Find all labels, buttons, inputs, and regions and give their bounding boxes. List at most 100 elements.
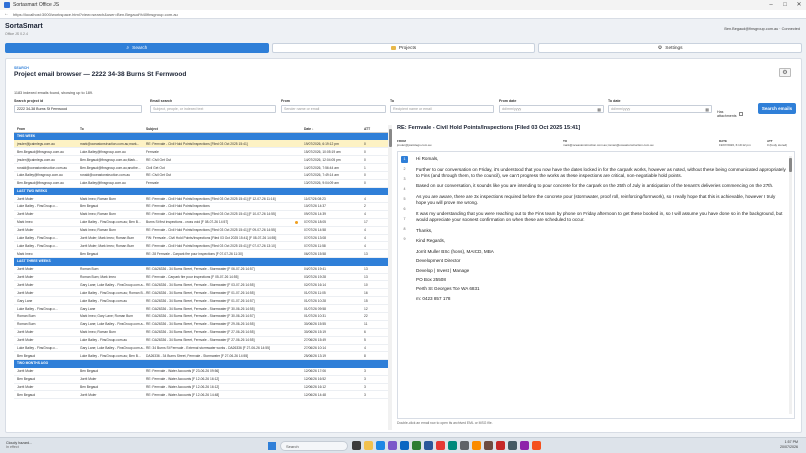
cell-to-text: Jorrit Muler; Mark Imeo; Roman Burn: [80, 236, 135, 241]
taskbar-search[interactable]: Search: [280, 441, 348, 451]
table-row[interactable]: Jorrit Muler Mark Imeo; Roman Burn RE: DA2…: [14, 329, 388, 337]
table-row[interactable]: Jorrit Muler Mark Imeo; Roman Burn RE: Fer…: [14, 211, 388, 219]
column-header-subject[interactable]: Subject: [146, 127, 304, 131]
table-row[interactable]: Ben Begaud Luke Bailey - FinsGroup.com.au…: [14, 352, 388, 361]
body-scrollbar[interactable]: [789, 156, 792, 414]
table-row[interactable]: Jorrit Muler Gary Lane; Luke Bailey - Fin…: [14, 281, 388, 290]
attachments-checkbox[interactable]: [739, 112, 743, 116]
table-row[interactable]: Roman Burn Gary Lane; Luke Bailey - FinsG…: [14, 321, 388, 329]
app-icon[interactable]: [472, 441, 481, 450]
table-row[interactable]: Luke Bailey - FinsGroup.c... Gary Lane RE:…: [14, 305, 388, 313]
line-number[interactable]: 6: [401, 206, 408, 213]
cell-date-text: 27/06/26 10:14: [304, 345, 326, 350]
table-row[interactable]: jmuler@jcaimlegs.com.au Ben.Begaud@finsgr…: [14, 156, 388, 165]
table-row[interactable]: Jorrit Muler Mark Imeo; Roman Burn RE: Fer…: [14, 195, 388, 204]
table-row[interactable]: Jorrit Muler Luke Bailey - FinsGroup.com.…: [14, 337, 388, 345]
line-number[interactable]: 2: [401, 166, 408, 173]
table-row[interactable]: jmuler@jcaimlegs.com.au mark@oceastonstru…: [14, 140, 388, 149]
vscode-icon[interactable]: [448, 441, 457, 450]
attachments-toggle[interactable]: Has attachments: [717, 110, 743, 118]
table-row[interactable]: Mark Imeo Luke Bailey - FinsGroup.com.au;…: [14, 219, 388, 227]
maximize-icon[interactable]: □: [778, 0, 792, 10]
table-row[interactable]: Mark Imeo Ben Begaud RE: 28 Fernvale - Car…: [14, 250, 388, 259]
teams-icon[interactable]: [388, 441, 397, 450]
table-row[interactable]: Ben Begaud Jorrit Muler RE: Fernvale - Wat…: [14, 376, 388, 384]
group-header[interactable]: THIS WEEK: [14, 133, 388, 141]
app-icon[interactable]: [520, 441, 529, 450]
from-input[interactable]: Sender name or email: [281, 105, 386, 113]
scroll-thumb[interactable]: [789, 158, 792, 172]
table-row[interactable]: Jorrit Muler Roman Burn; Mark Imeo RE: Fer…: [14, 274, 388, 282]
line-number[interactable]: 9: [401, 236, 408, 243]
table-row[interactable]: Luke.Bailey@finsgroup.com.au ronald@oceas…: [14, 172, 388, 180]
table-row[interactable]: Luke Bailey - FinsGroup.c... Gary Lane; L…: [14, 345, 388, 353]
address-bar[interactable]: ← https://localhost:3000/workspace.html?…: [0, 10, 806, 19]
browser-icon[interactable]: [376, 441, 385, 450]
column-header-from[interactable]: From: [14, 127, 80, 131]
tab-search[interactable]: ⌕ Search: [5, 43, 269, 53]
table-row[interactable]: Luke Bailey - FinsGroup.c... Ben Begaud RE…: [14, 203, 388, 211]
cell-att: 8: [364, 354, 384, 358]
tab-projects[interactable]: Projects: [271, 43, 536, 53]
weather-widget[interactable]: Cloudy hazard... In effect: [6, 441, 32, 449]
table-row[interactable]: Ben.Begaud@finsgroup.com.au Luke.Bailey@f…: [14, 148, 388, 157]
group-header[interactable]: LAST TWO WEEKS: [14, 187, 388, 196]
column-header-att[interactable]: ATT: [364, 127, 384, 131]
table-row[interactable]: Roman Burn Mark Imeo; Gary Lane; Roman Bu…: [14, 313, 388, 321]
table-row[interactable]: Ben.Begaud@finsgroup.com.au Luke.Bailey@f…: [14, 180, 388, 188]
tab-settings[interactable]: ⚙ Settings: [538, 43, 803, 53]
table-row[interactable]: Luke Bailey - FinsGroup.c... Jorrit Muler…: [14, 242, 388, 251]
cell-att-text: 4: [364, 236, 366, 241]
app-icon[interactable]: [496, 441, 505, 450]
table-row[interactable]: Ben Begaud Jorrit Muler RE: Fernvale - Wat…: [14, 391, 388, 400]
line-number[interactable]: 1: [401, 156, 408, 163]
cell-date: 13/07/2026, 9:04:09 am: [304, 181, 364, 185]
table-row[interactable]: Gary Lane Luke Bailey - FinsGroup.com.au R…: [14, 297, 388, 306]
back-arrow-icon[interactable]: ←: [4, 11, 9, 17]
calendar-icon[interactable]: ▦: [597, 106, 601, 113]
project-input[interactable]: 2222 34-38 Burns St Fernwood: [14, 105, 142, 113]
line-number[interactable]: 8: [401, 226, 408, 233]
column-header-date[interactable]: Date ↓: [304, 127, 364, 131]
table-row[interactable]: ronald@oceastonstruction.com.au Ben.Begau…: [14, 164, 388, 172]
app-icon[interactable]: [508, 441, 517, 450]
terminal-icon[interactable]: [460, 441, 469, 450]
table-row[interactable]: Jorrit Muler Roman Burn RE: DA26336 - 34 B…: [14, 266, 388, 274]
close-icon[interactable]: ✕: [792, 0, 806, 10]
table-row[interactable]: Jorrit Muler Ben Begaud RE: Fernvale - Wat…: [14, 368, 388, 376]
group-header[interactable]: LAST THREE WEEKS: [14, 258, 388, 266]
system-tray[interactable]: 1:57 PM 20/07/2026: [780, 440, 798, 450]
line-number[interactable]: 3: [401, 176, 408, 183]
excel-icon[interactable]: [412, 441, 421, 450]
to-input[interactable]: Recipient name or email: [390, 105, 494, 113]
column-header-to[interactable]: To: [80, 127, 146, 131]
outlook-icon[interactable]: [400, 441, 409, 450]
table-row[interactable]: Luke Bailey - FinsGroup.c... Jorrit Muler…: [14, 235, 388, 243]
group-header[interactable]: TWO MONTHS AGO: [14, 360, 388, 368]
table-row[interactable]: Jorrit Muler Ben Begaud RE: Fernvale - Wat…: [14, 384, 388, 392]
app-icon[interactable]: [532, 441, 541, 450]
scroll-thumb[interactable]: [388, 129, 392, 147]
app-icon[interactable]: [484, 441, 493, 450]
file-explorer-icon[interactable]: [364, 441, 373, 450]
line-number[interactable]: 4: [401, 186, 408, 193]
cell-to-text: Luke Bailey - FinsGroup.com.au: [80, 338, 128, 343]
email-search-input[interactable]: Subject, people, or indexed text: [150, 105, 276, 113]
table-row[interactable]: Jorrit Muler Luke Bailey - FinsGroup.com.…: [14, 289, 388, 298]
calendar-icon[interactable]: ▦: [705, 106, 709, 113]
line-number[interactable]: 5: [401, 196, 408, 203]
to-date-input[interactable]: dd/mm/yyyy ▦: [608, 105, 712, 113]
cell-subject: RE: DA26336 - 34 Burns Street, Fernvale …: [146, 322, 304, 326]
options-button[interactable]: ⚙: [779, 68, 791, 77]
word-icon[interactable]: [424, 441, 433, 450]
table-row[interactable]: Jorrit Muler Mark Imeo; Roman Burn RE: Fer…: [14, 227, 388, 235]
from-date-input[interactable]: dd/mm/yyyy ▦: [499, 105, 604, 113]
task-view-icon[interactable]: [352, 441, 361, 450]
table-scrollbar[interactable]: [388, 125, 392, 430]
start-icon[interactable]: [268, 442, 276, 450]
pdf-icon[interactable]: [436, 441, 445, 450]
line-number[interactable]: 7: [401, 216, 408, 223]
minimize-icon[interactable]: –: [764, 0, 778, 10]
search-emails-button[interactable]: Search emails: [758, 103, 796, 114]
cell-from: ronald@oceastonstruction.com.au: [14, 166, 80, 170]
